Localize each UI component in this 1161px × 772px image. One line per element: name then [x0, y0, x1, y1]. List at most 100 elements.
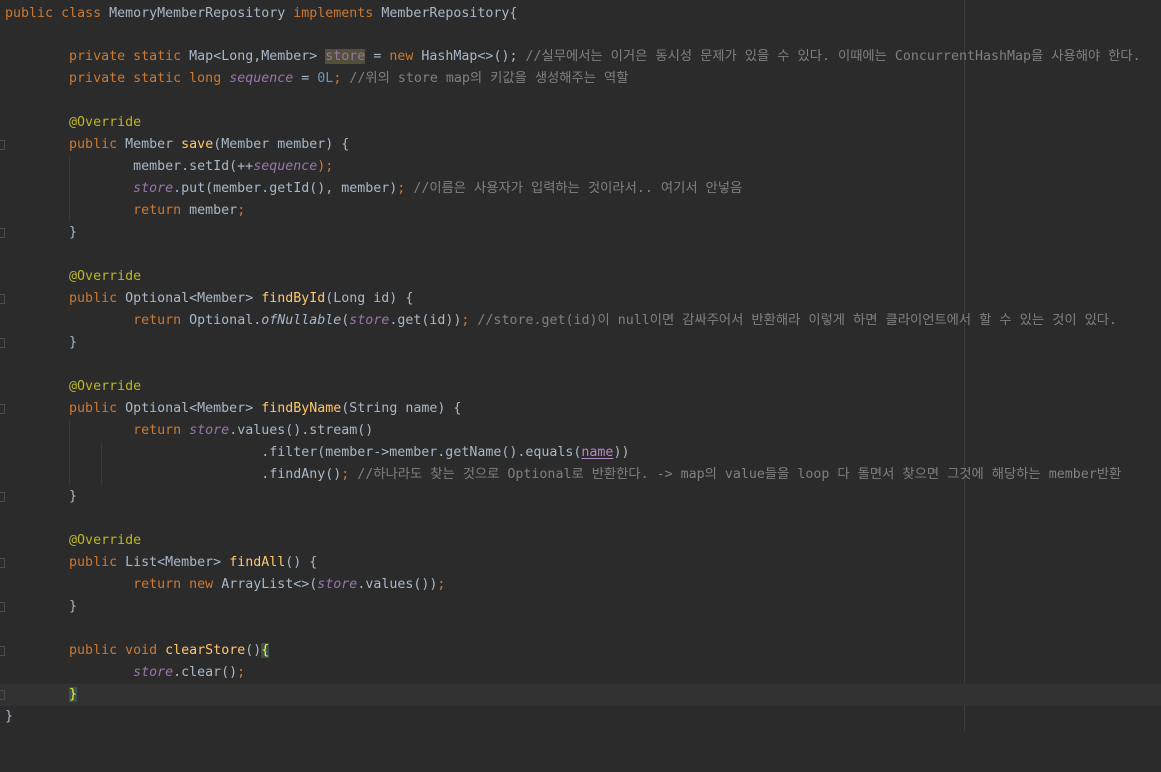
code-line-21[interactable]: .filter(member->member.getName().equals(…	[0, 442, 1161, 464]
code-line-18[interactable]: @Override	[0, 376, 1161, 398]
brace-highlighted: }	[69, 687, 78, 702]
comment: //store.get(id)이 null이면 감싸주어서 반환해라 이렇게 하…	[477, 313, 1118, 328]
code-line-13[interactable]: @Override	[0, 266, 1161, 288]
code-text: .filter(member->member.getName().equals(	[261, 445, 582, 460]
field-store: store	[189, 423, 230, 438]
keyword: return	[133, 423, 182, 438]
code-line-10[interactable]: return member;	[0, 200, 1161, 222]
keyword: implements	[293, 6, 374, 21]
type-name: Optional<Member>	[125, 401, 254, 416]
code-line-25[interactable]: @Override	[0, 530, 1161, 552]
code-text: member	[189, 203, 238, 218]
code-line-22[interactable]: .findAny(); //하나라도 찾는 것으로 Optional로 반환한다…	[0, 464, 1161, 486]
keyword: public	[5, 6, 54, 21]
comment: //위의 store map의 키값을 생성해주는 역할	[349, 71, 629, 86]
code-line-33[interactable]: }	[0, 706, 1161, 728]
code-editor[interactable]: public class MemoryMemberRepository impl…	[0, 0, 1161, 732]
code-text: );	[317, 159, 334, 174]
annotation: @Override	[69, 379, 142, 394]
field-store: store	[349, 313, 390, 328]
static-method: ofNullable	[261, 313, 342, 328]
class-name: ArrayList<>(	[221, 577, 318, 592]
code-line-8[interactable]: member.setId(++sequence);	[0, 156, 1161, 178]
field-sequence: sequence	[253, 159, 318, 174]
code-text: .clear()	[173, 665, 238, 680]
keyword: public	[69, 643, 118, 658]
type-name: List<Member>	[125, 555, 222, 570]
code-line-14[interactable]: public Optional<Member> findById(Long id…	[0, 288, 1161, 310]
method-name: clearStore	[165, 643, 246, 658]
code-line-20[interactable]: return store.values().stream()	[0, 420, 1161, 442]
keyword: public	[69, 401, 118, 416]
semicolon: ;	[341, 467, 350, 482]
brace: }	[69, 489, 78, 504]
keyword: new	[189, 577, 214, 592]
class-name: Optional.	[189, 313, 262, 328]
semicolon: ;	[461, 313, 470, 328]
code-text: .get(id))	[389, 313, 462, 328]
constructor-call: HashMap<>();	[421, 49, 518, 64]
brace: }	[69, 599, 78, 614]
type-name: Member	[125, 137, 174, 152]
semicolon: ;	[237, 665, 246, 680]
keyword: return	[133, 313, 182, 328]
keyword: return	[133, 577, 182, 592]
code-line-6[interactable]: @Override	[0, 112, 1161, 134]
code-line-4[interactable]: private static long sequence = 0L; //위의 …	[0, 68, 1161, 90]
keyword: public	[69, 137, 118, 152]
keyword: static	[133, 71, 182, 86]
keyword: static	[133, 49, 182, 64]
field-store: store	[325, 49, 366, 64]
code-line-28[interactable]: }	[0, 596, 1161, 618]
code-line-15[interactable]: return Optional.ofNullable(store.get(id)…	[0, 310, 1161, 332]
annotation: @Override	[69, 269, 142, 284]
brace: }	[5, 709, 14, 724]
code-line-30[interactable]: public void clearStore(){	[0, 640, 1161, 662]
brace-highlighted: {	[261, 643, 270, 658]
method-name: findById	[261, 291, 326, 306]
code-line-31[interactable]: store.clear();	[0, 662, 1161, 684]
code-line-11[interactable]: }	[0, 222, 1161, 244]
keyword: new	[389, 49, 414, 64]
parameters: (Long id) {	[325, 291, 414, 306]
keyword: class	[61, 6, 102, 21]
code-line-23[interactable]: }	[0, 486, 1161, 508]
code-text: ))	[613, 445, 630, 460]
code-line-32-current[interactable]: }	[0, 684, 1161, 706]
brace: }	[69, 225, 78, 240]
class-name: MemoryMemberRepository	[109, 6, 286, 21]
keyword: long	[189, 71, 222, 86]
param-ref-name: name	[581, 445, 614, 460]
operator: =	[365, 49, 390, 64]
code-line-9[interactable]: store.put(member.getId(), member); //이름은…	[0, 178, 1161, 200]
code-line-27[interactable]: return new ArrayList<>(store.values());	[0, 574, 1161, 596]
parameters: ()	[245, 643, 262, 658]
keyword: void	[125, 643, 158, 658]
keyword: private	[69, 49, 126, 64]
type-name: Map<Long,Member>	[189, 49, 318, 64]
code-line-7[interactable]: public Member save(Member member) {	[0, 134, 1161, 156]
brace: }	[69, 335, 78, 350]
code-line-26[interactable]: public List<Member> findAll() {	[0, 552, 1161, 574]
code-text: .put(member.getId(), member)	[173, 181, 398, 196]
code-text: .values().stream()	[229, 423, 374, 438]
field-store: store	[133, 665, 174, 680]
method-name: findByName	[261, 401, 342, 416]
field-sequence: sequence	[229, 71, 294, 86]
comment: //하나라도 찾는 것으로 Optional로 반환한다. -> map의 va…	[357, 467, 1122, 482]
keyword: private	[69, 71, 126, 86]
code-text: .findAny()	[261, 467, 342, 482]
keyword: public	[69, 291, 118, 306]
code-line-16[interactable]: }	[0, 332, 1161, 354]
annotation: @Override	[69, 115, 142, 130]
code-line-1[interactable]: public class MemoryMemberRepository impl…	[0, 3, 1161, 25]
parameters: () {	[285, 555, 318, 570]
code-line-19[interactable]: public Optional<Member> findByName(Strin…	[0, 398, 1161, 420]
operator: =	[293, 71, 318, 86]
parameters: (Member member) {	[213, 137, 350, 152]
field-store: store	[133, 181, 174, 196]
code-line-3[interactable]: private static Map<Long,Member> store = …	[0, 46, 1161, 68]
method-name: save	[181, 137, 214, 152]
parameters: (String name) {	[341, 401, 462, 416]
keyword: return	[133, 203, 182, 218]
